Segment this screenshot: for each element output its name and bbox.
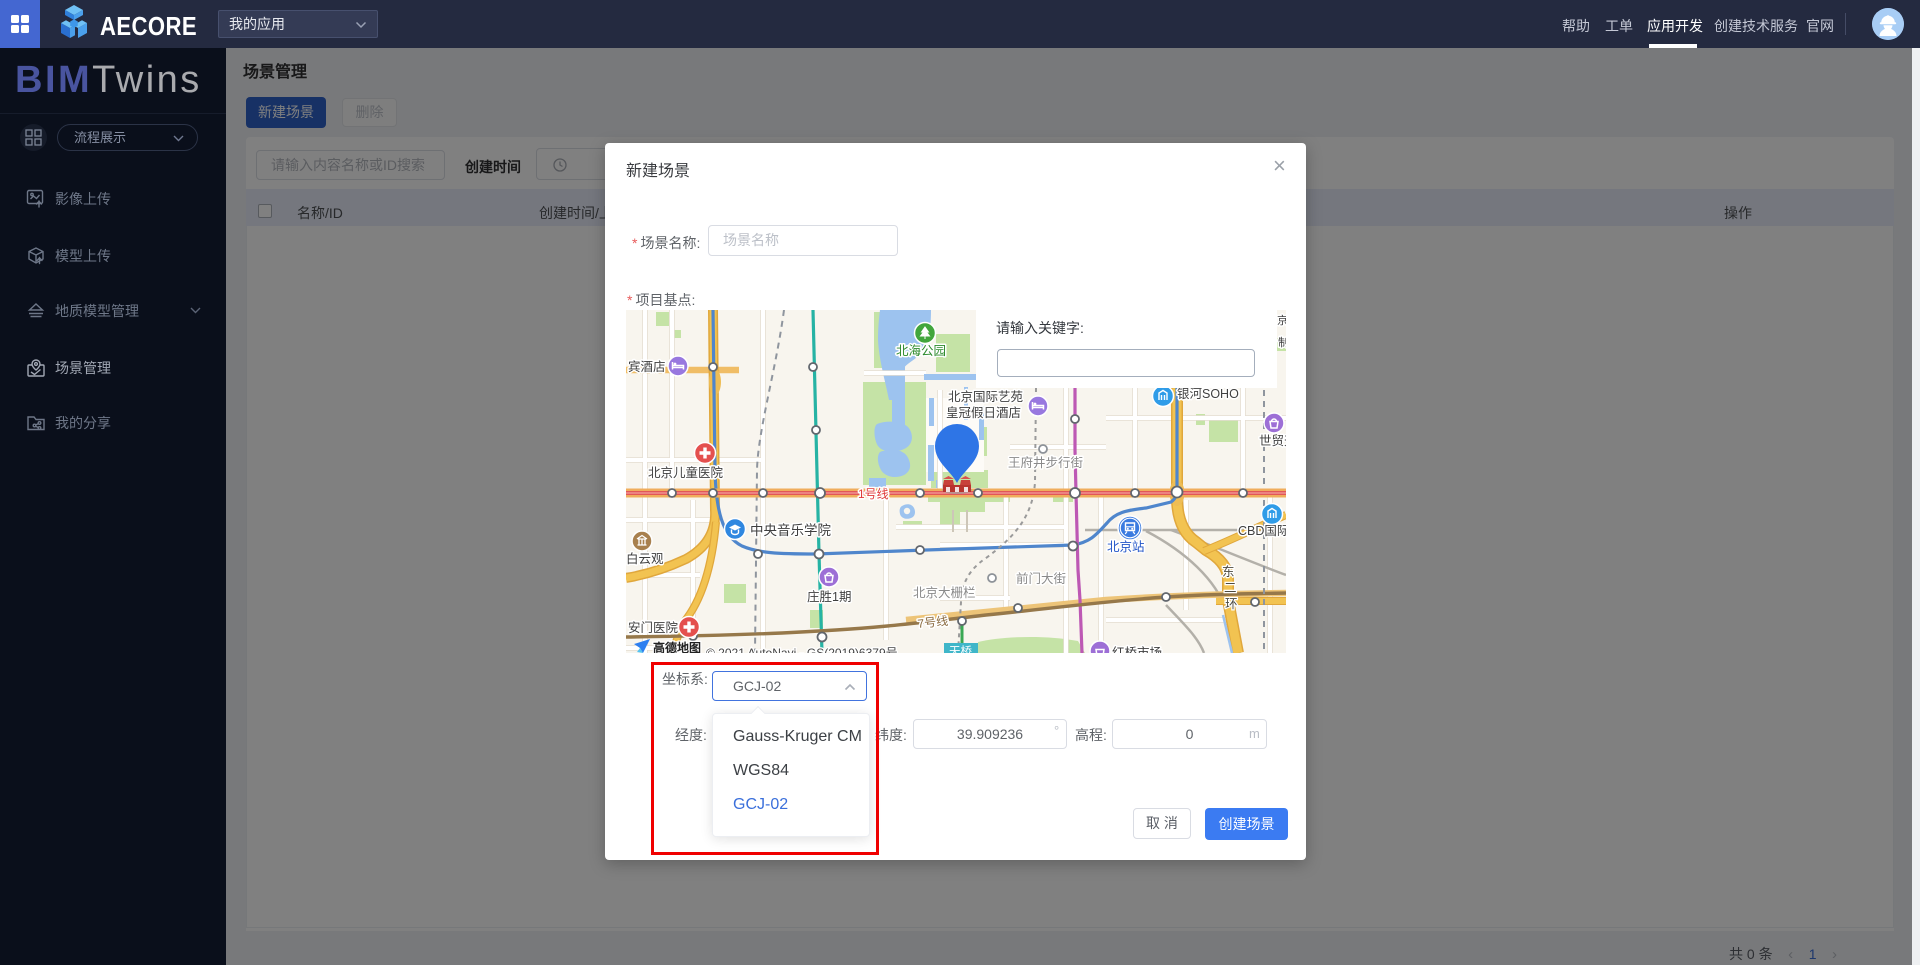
svg-text:北京国际艺苑: 北京国际艺苑 (948, 390, 1024, 404)
svg-text:CBD国际: CBD国际 (1238, 524, 1286, 538)
svg-text:天桥: 天桥 (949, 645, 972, 653)
svg-text:中央音乐学院: 中央音乐学院 (750, 522, 831, 538)
svg-text:银河SOHO: 银河SOHO (1177, 387, 1239, 401)
svg-text:王府井步行街: 王府井步行街 (1008, 455, 1083, 470)
svg-text:环: 环 (1225, 597, 1238, 611)
svg-text:北京儿童医院: 北京儿童医院 (648, 465, 724, 480)
svg-text:白云观: 白云观 (626, 551, 664, 566)
svg-text:© 2021 AutoNavi - GS(2019)6379: © 2021 AutoNavi - GS(2019)6379号 (706, 646, 898, 653)
svg-text:红桥市场: 红桥市场 (1112, 645, 1162, 653)
svg-text:庄胜1期: 庄胜1期 (807, 589, 851, 604)
svg-text:1号线: 1号线 (858, 487, 889, 501)
svg-text:京: 京 (1277, 313, 1286, 327)
svg-text:前门大街: 前门大街 (1016, 571, 1066, 586)
svg-text:安门医院: 安门医院 (628, 620, 679, 635)
svg-text:北海公园: 北海公园 (896, 343, 946, 358)
svg-text:二: 二 (1224, 581, 1237, 595)
svg-text:皇冠假日酒店: 皇冠假日酒店 (946, 406, 1021, 420)
svg-text:高德地图: 高德地图 (653, 640, 701, 653)
svg-text:北京站: 北京站 (1107, 540, 1145, 554)
svg-text:制: 制 (1278, 336, 1286, 349)
svg-text:东: 东 (1222, 565, 1235, 579)
svg-text:北京大栅栏: 北京大栅栏 (913, 585, 976, 600)
svg-text:宾酒店: 宾酒店 (628, 359, 666, 374)
svg-text:世贸天: 世贸天 (1259, 434, 1286, 448)
